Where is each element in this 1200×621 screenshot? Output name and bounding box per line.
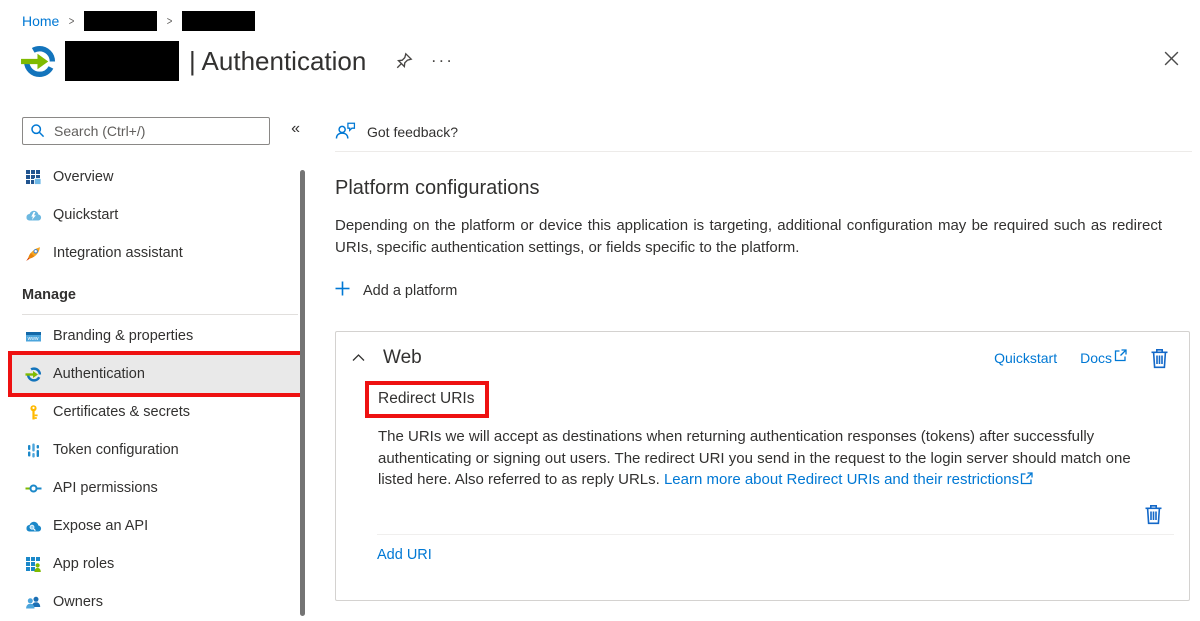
redirect-uris-description: The URIs we will accept as destinations … bbox=[378, 426, 1142, 492]
sidebar-item-label: App roles bbox=[53, 556, 114, 572]
pin-icon[interactable] bbox=[395, 52, 413, 70]
chevron-up-icon[interactable] bbox=[352, 354, 365, 362]
more-options-icon[interactable]: ... bbox=[431, 52, 454, 70]
sidebar-item-owners[interactable]: Owners bbox=[12, 583, 300, 621]
uri-divider bbox=[377, 534, 1174, 535]
app-registration-icon bbox=[20, 43, 57, 80]
sidebar-item-label: Authentication bbox=[53, 366, 145, 382]
quickstart-icon bbox=[25, 207, 42, 224]
app-roles-icon bbox=[25, 556, 42, 573]
close-icon[interactable] bbox=[1163, 50, 1180, 67]
platform-configurations-description: Depending on the platform or device this… bbox=[335, 215, 1162, 258]
sidebar-item-label: Expose an API bbox=[53, 518, 148, 534]
web-platform-card: Web Quickstart Docs bbox=[335, 331, 1190, 601]
breadcrumb-home-link[interactable]: Home bbox=[22, 13, 59, 29]
feedback-label: Got feedback? bbox=[367, 124, 458, 140]
sidebar-item-label: API permissions bbox=[53, 480, 158, 496]
external-link-icon bbox=[1114, 349, 1127, 367]
owners-icon bbox=[25, 594, 42, 611]
learn-more-link[interactable]: Learn more about Redirect URIs and their… bbox=[664, 471, 1019, 488]
add-platform-label: Add a platform bbox=[363, 283, 457, 299]
page-header: | Authentication ... bbox=[20, 41, 455, 81]
sidebar-item-branding-properties[interactable]: www Branding & properties bbox=[12, 317, 300, 355]
rocket-icon bbox=[25, 245, 42, 262]
sidebar-item-label: Certificates & secrets bbox=[53, 404, 190, 420]
sidebar-item-token-configuration[interactable]: Token configuration bbox=[12, 431, 300, 469]
external-link-icon bbox=[1020, 470, 1033, 492]
chevron-right-icon: > bbox=[69, 14, 75, 28]
redacted-breadcrumb-item bbox=[182, 11, 255, 31]
add-uri-link[interactable]: Add URI bbox=[377, 547, 432, 563]
redirect-uris-title: Redirect URIs bbox=[378, 390, 474, 407]
sidebar-item-app-roles[interactable]: App roles bbox=[12, 545, 300, 583]
feedback-icon bbox=[335, 122, 356, 142]
sidebar-item-authentication[interactable]: Authentication bbox=[12, 355, 300, 393]
chevron-right-icon: > bbox=[167, 14, 173, 28]
sidebar-item-label: Overview bbox=[53, 169, 113, 185]
sidebar-item-certificates-secrets[interactable]: Certificates & secrets bbox=[12, 393, 300, 431]
sidebar: « Overview bbox=[0, 112, 312, 621]
search-input[interactable] bbox=[22, 117, 270, 145]
sidebar-section-manage: Manage bbox=[22, 287, 312, 308]
svg-text:www: www bbox=[28, 335, 39, 341]
sidebar-scrollbar[interactable] bbox=[300, 170, 305, 616]
sidebar-item-integration-assistant[interactable]: Integration assistant bbox=[12, 234, 300, 272]
docs-link-label: Docs bbox=[1080, 350, 1112, 366]
uri-row bbox=[336, 504, 1163, 525]
sidebar-item-api-permissions[interactable]: API permissions bbox=[12, 469, 300, 507]
search-icon bbox=[30, 123, 45, 138]
search-box bbox=[22, 117, 270, 145]
sidebar-item-quickstart[interactable]: Quickstart bbox=[12, 196, 300, 234]
page-title: | Authentication bbox=[189, 46, 366, 77]
overview-icon bbox=[25, 169, 42, 186]
redacted-breadcrumb-item bbox=[84, 11, 157, 31]
sidebar-item-label: Quickstart bbox=[53, 207, 118, 223]
sidebar-item-label: Owners bbox=[53, 594, 103, 610]
feedback-button[interactable]: Got feedback? bbox=[335, 112, 1192, 152]
sidebar-item-label: Token configuration bbox=[53, 442, 179, 458]
branding-icon: www bbox=[25, 328, 42, 345]
api-permissions-icon bbox=[25, 480, 42, 497]
sidebar-item-expose-an-api[interactable]: Expose an API bbox=[12, 507, 300, 545]
web-card-header: Web Quickstart Docs bbox=[336, 332, 1189, 369]
main-content: Got feedback? Platform configurations De… bbox=[335, 112, 1192, 601]
redirect-uris-annotation-box: Redirect URIs bbox=[365, 381, 489, 418]
breadcrumb: Home > > bbox=[22, 11, 255, 31]
delete-platform-trash-icon[interactable] bbox=[1150, 348, 1169, 369]
expose-api-icon bbox=[25, 518, 42, 535]
sidebar-item-overview[interactable]: Overview bbox=[12, 158, 300, 196]
sidebar-item-label: Integration assistant bbox=[53, 245, 183, 261]
redacted-app-name bbox=[65, 41, 179, 81]
sidebar-item-label: Branding & properties bbox=[53, 328, 193, 344]
plus-icon bbox=[335, 281, 350, 300]
docs-link[interactable]: Docs bbox=[1080, 349, 1127, 367]
authentication-icon bbox=[25, 366, 42, 383]
token-bars-icon bbox=[25, 442, 42, 459]
sidebar-divider bbox=[22, 314, 298, 315]
web-card-title: Web bbox=[383, 347, 422, 369]
platform-configurations-heading: Platform configurations bbox=[335, 177, 1192, 200]
key-icon bbox=[25, 404, 42, 421]
quickstart-link[interactable]: Quickstart bbox=[994, 350, 1057, 366]
add-platform-button[interactable]: Add a platform bbox=[335, 281, 457, 300]
delete-uri-trash-icon[interactable] bbox=[1144, 504, 1163, 525]
sidebar-nav: Overview Quickstart Integration assist bbox=[0, 158, 312, 621]
collapse-sidebar-icon[interactable]: « bbox=[291, 120, 300, 138]
